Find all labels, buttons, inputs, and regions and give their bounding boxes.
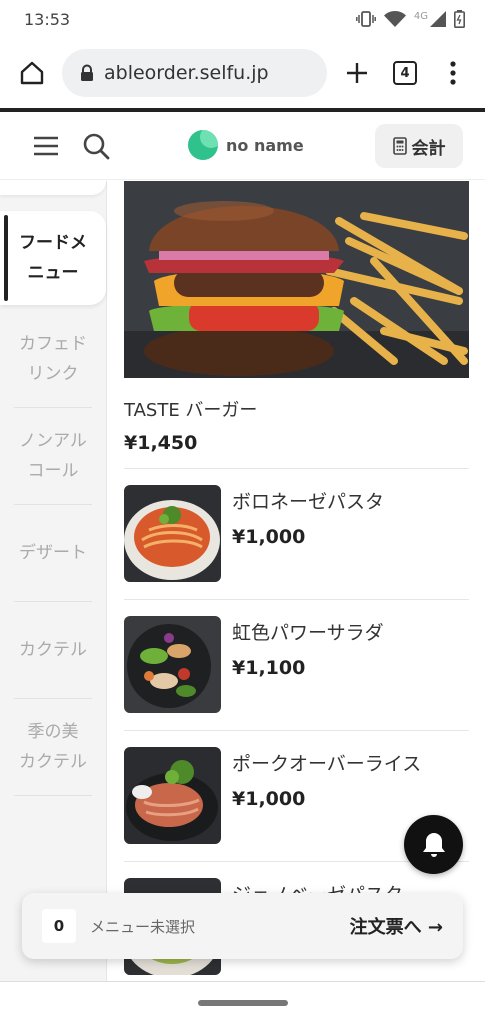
- featured-item[interactable]: TASTE バーガー ¥1,450: [124, 181, 469, 454]
- category-cocktail[interactable]: カクテル: [14, 602, 92, 699]
- menu-item-rainbow-salad[interactable]: 虹色パワーサラダ ¥1,100: [124, 616, 469, 729]
- sidebar-top-edge: [0, 181, 106, 195]
- burger-photo: [124, 181, 469, 378]
- item-info: ポークオーバーライス ¥1,000: [232, 747, 421, 860]
- cart-count-badge: 0: [42, 909, 76, 943]
- new-tab-button[interactable]: [339, 55, 375, 91]
- salad-photo: [124, 616, 221, 713]
- checkout-button[interactable]: 会計: [375, 124, 463, 168]
- order-bar[interactable]: 0 メニュー未選択 注文票へ →: [22, 893, 463, 959]
- category-label: 季の美 カクテル: [19, 722, 87, 772]
- category-label: カフェド リンク: [19, 334, 87, 384]
- network-type: 4G: [413, 10, 428, 22]
- item-thumbnail: [124, 616, 221, 713]
- brand-name: no name: [226, 135, 304, 155]
- pasta-photo: [124, 485, 221, 582]
- go-to-order-button[interactable]: 注文票へ →: [350, 913, 443, 939]
- category-label: デザート: [19, 543, 87, 563]
- menu-button[interactable]: [26, 126, 66, 166]
- brand-logo: [188, 130, 218, 160]
- status-bar: 13:53 4G: [0, 0, 485, 38]
- browser-menu-button[interactable]: [435, 55, 471, 91]
- item-price: ¥1,100: [232, 657, 306, 679]
- url-text: ableorder.selfu.jp: [104, 62, 269, 84]
- menu-item-bolognese[interactable]: ボロネーゼパスタ ¥1,000: [124, 485, 469, 598]
- item-info: 虹色パワーサラダ ¥1,100: [232, 616, 384, 729]
- category-kinobi-cocktail[interactable]: 季の美 カクテル: [14, 699, 92, 796]
- item-thumbnail: [124, 485, 221, 582]
- home-gesture-handle[interactable]: [197, 1000, 288, 1006]
- item-price: ¥1,450: [124, 432, 198, 454]
- tab-count: 4: [393, 61, 417, 85]
- call-staff-button[interactable]: [404, 815, 463, 874]
- signal-icon: [430, 11, 446, 27]
- item-price: ¥1,000: [232, 788, 306, 810]
- search-icon: [83, 133, 110, 159]
- item-name: 虹色パワーサラダ: [232, 622, 384, 644]
- checkout-label: 会計: [411, 138, 446, 159]
- status-time: 13:53: [24, 9, 71, 29]
- browser-toolbar: ableorder.selfu.jp 4: [0, 38, 485, 112]
- cart-status-text: メニュー未選択: [90, 917, 196, 936]
- item-name: TASTE バーガー: [124, 400, 258, 421]
- item-thumbnail: [124, 747, 221, 844]
- wifi-icon: [383, 11, 406, 27]
- category-dessert[interactable]: デザート: [14, 505, 92, 602]
- category-label: ノンアル コール: [19, 431, 87, 481]
- item-info: ボロネーゼパスタ ¥1,000: [232, 485, 384, 598]
- divider: [124, 599, 469, 600]
- item-name: ポークオーバーライス: [232, 753, 422, 775]
- status-icons: 4G: [355, 10, 465, 28]
- lock-icon: [81, 64, 93, 81]
- search-button[interactable]: [76, 126, 116, 166]
- category-cafe-drink[interactable]: カフェド リンク: [14, 311, 92, 408]
- hamburger-icon: [34, 136, 58, 155]
- divider: [124, 730, 469, 731]
- bell-icon: [422, 832, 445, 857]
- pork-rice-photo: [124, 747, 221, 844]
- battery-icon: [454, 10, 465, 28]
- home-button[interactable]: [14, 55, 50, 91]
- brand[interactable]: no name: [188, 130, 304, 160]
- calculator-icon: [392, 137, 407, 155]
- category-sidebar: フードメ ニュー カフェド リンク ノンアル コール デザート カクテル 季の美…: [0, 181, 107, 981]
- category-non-alcohol[interactable]: ノンアル コール: [14, 408, 92, 505]
- category-label: フードメ ニュー: [19, 233, 87, 283]
- system-nav-bar: [0, 981, 485, 1024]
- plus-icon: [347, 63, 367, 83]
- category-food-menu[interactable]: フードメ ニュー: [0, 211, 106, 305]
- vibrate-icon: [355, 11, 376, 27]
- category-label: カクテル: [19, 640, 87, 660]
- app-header: no name 会計: [0, 112, 485, 180]
- item-name: ボロネーゼパスタ: [232, 491, 385, 513]
- address-bar[interactable]: ableorder.selfu.jp: [62, 49, 327, 97]
- home-icon: [20, 61, 44, 85]
- item-price: ¥1,000: [232, 526, 306, 548]
- divider: [124, 468, 469, 469]
- tab-switcher-button[interactable]: 4: [387, 55, 423, 91]
- more-vertical-icon: [450, 61, 456, 85]
